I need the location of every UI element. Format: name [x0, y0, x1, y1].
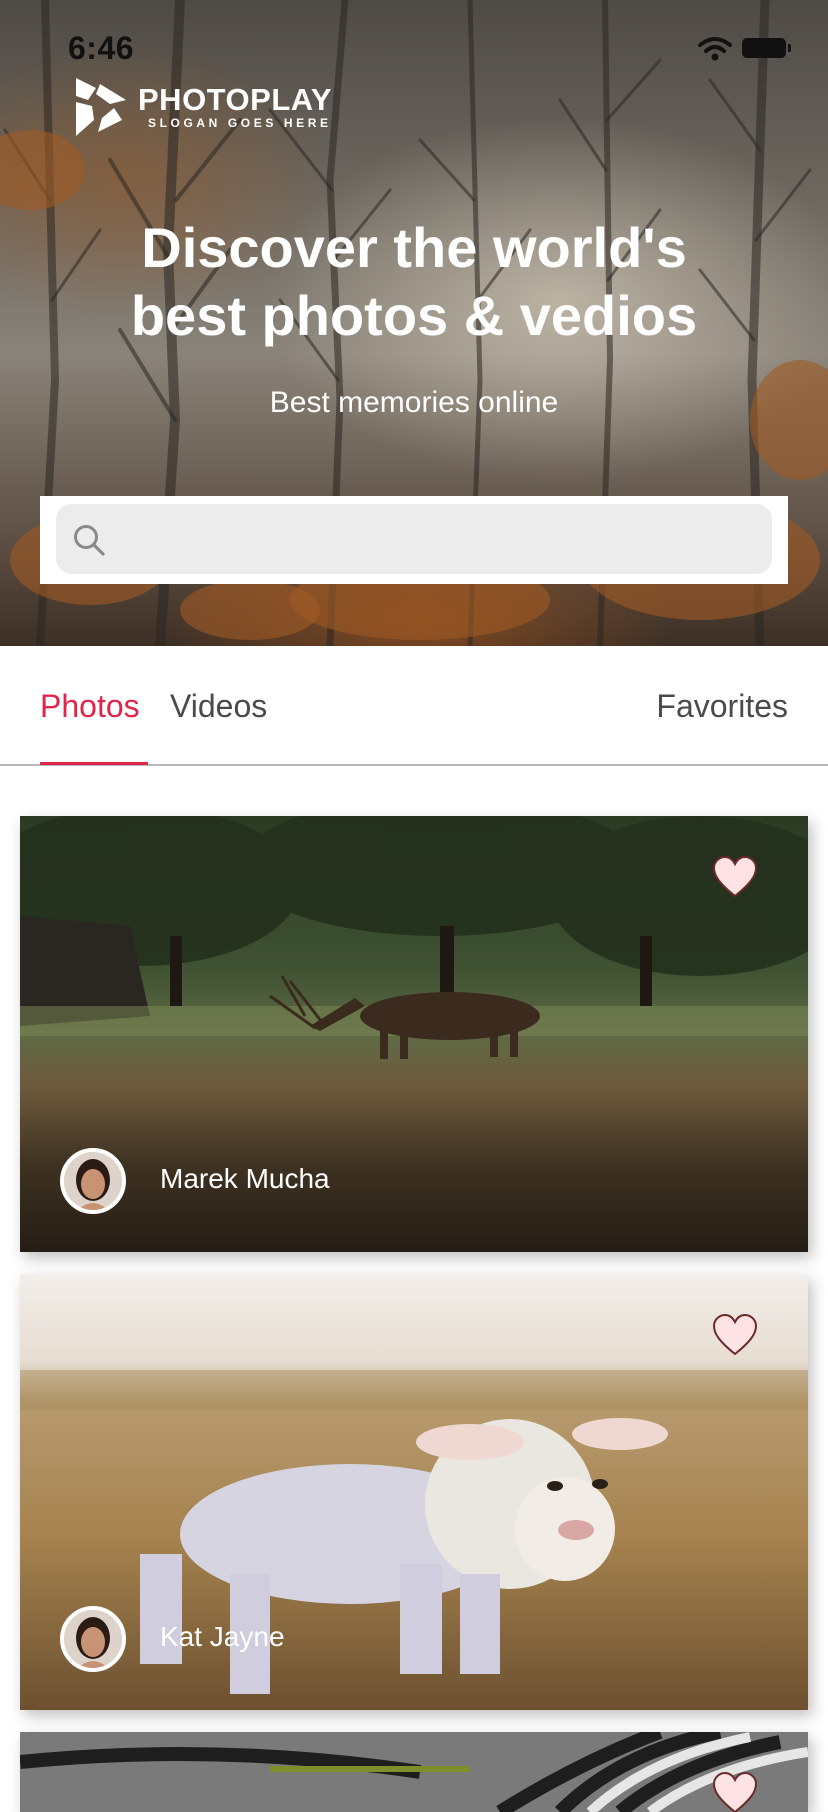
- heart-icon[interactable]: [712, 1314, 758, 1356]
- wifi-icon: [698, 37, 732, 61]
- hero-banner: 6:46 PHOTOPLAY SLOGAN GOES HERE Discover…: [0, 0, 828, 646]
- avatar[interactable]: [60, 1148, 126, 1214]
- hero-title-line-2: best photos & vedios: [130, 284, 698, 347]
- brand-slogan: SLOGAN GOES HERE: [148, 116, 332, 130]
- lamb-photo: [20, 1274, 808, 1710]
- tab-videos[interactable]: Videos: [170, 688, 267, 725]
- hero-title: Discover the world's best photos & vedio…: [0, 214, 828, 350]
- deer-photo: [20, 816, 808, 1252]
- author-name: Marek Mucha: [160, 1163, 330, 1194]
- tab-photos[interactable]: Photos: [40, 688, 140, 725]
- content-tabs: Photos Videos Favorites: [0, 646, 828, 766]
- avatar-image: [64, 1610, 122, 1668]
- heart-icon[interactable]: [712, 856, 758, 898]
- active-tab-indicator: [40, 762, 148, 765]
- author-name: Kat Jayne: [160, 1621, 285, 1652]
- hero-subtitle: Best memories online: [269, 386, 559, 419]
- photo-card[interactable]: Kat Jayne: [20, 1274, 808, 1710]
- photoplay-logo-icon: [76, 78, 126, 136]
- photo-card[interactable]: Marek Mucha: [20, 816, 808, 1252]
- search-field[interactable]: [56, 504, 772, 576]
- avatar[interactable]: [60, 1606, 126, 1672]
- brand-name: PHOTOPLAY: [138, 82, 332, 117]
- photo-card[interactable]: [20, 1732, 808, 1812]
- search-icon: [74, 525, 105, 556]
- status-time: 6:46: [68, 30, 135, 66]
- tab-favorites[interactable]: Favorites: [656, 688, 788, 725]
- hero-title-line-1: Discover the world's: [141, 216, 687, 279]
- zebra-photo: [20, 1732, 808, 1812]
- battery-icon: [742, 38, 791, 58]
- heart-icon[interactable]: [712, 1772, 758, 1812]
- search-container: [40, 496, 788, 584]
- avatar-image: [64, 1152, 122, 1210]
- search-input[interactable]: [122, 504, 756, 576]
